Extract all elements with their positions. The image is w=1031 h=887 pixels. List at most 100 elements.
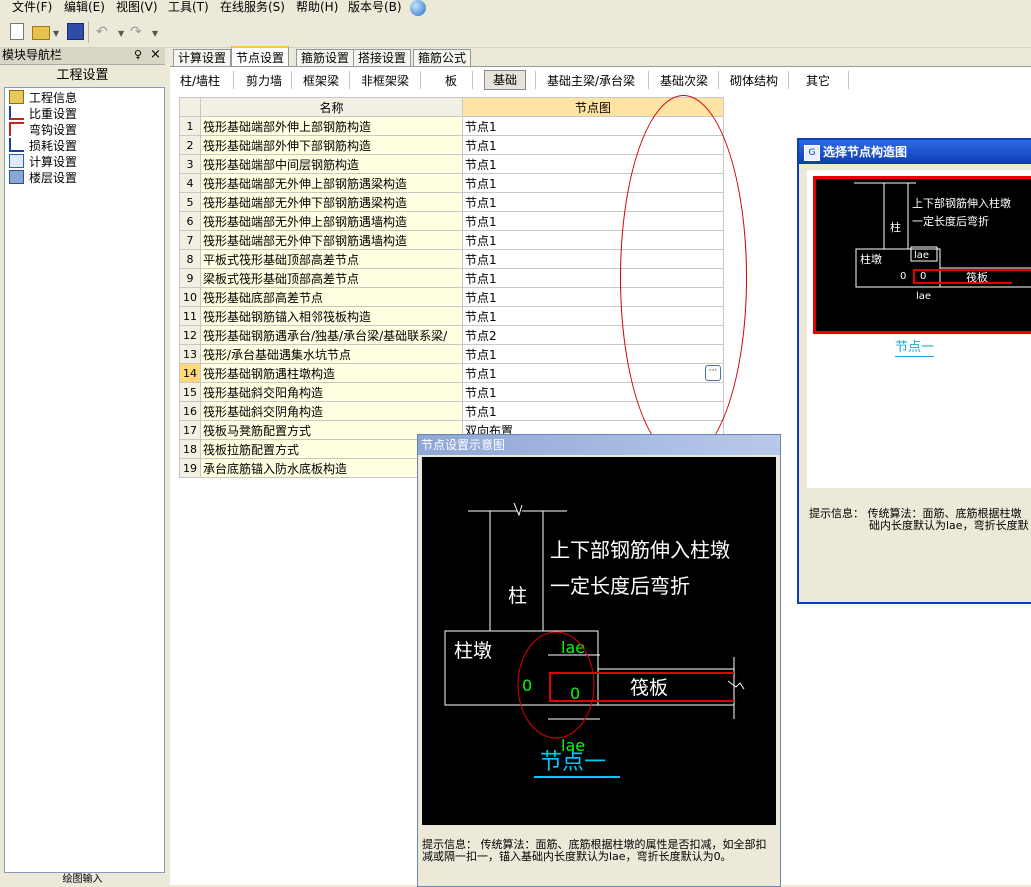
tab-column[interactable]: 柱/墙柱 — [180, 72, 220, 90]
row-name[interactable]: 筏形基础钢筋遇承台/独基/承台梁/基础联系梁/ — [200, 325, 463, 345]
pin-icon[interactable]: ♀ — [134, 48, 142, 61]
nav-item-calc[interactable]: 计算设置 — [9, 154, 77, 170]
lae-label-top: lae — [914, 250, 929, 261]
undo-icon[interactable]: ↶ — [96, 23, 112, 41]
nav-item-weight[interactable]: 比重设置 — [9, 106, 77, 122]
menu-tools[interactable]: 工具(T) — [168, 0, 209, 16]
nav-item-project-info[interactable]: 工程信息 — [9, 90, 77, 106]
menu-edit[interactable]: 编辑(E) — [64, 0, 105, 16]
nav-title: 模块导航栏 — [2, 48, 63, 62]
row-number: 8 — [179, 249, 201, 269]
menu-view[interactable]: 视图(V) — [116, 0, 158, 16]
nav-item-label: 弯钩设置 — [29, 123, 78, 137]
menu-help[interactable]: 帮助(H) — [296, 0, 338, 16]
row-node-value-text: 节点1 — [465, 119, 497, 134]
nav-item-loss[interactable]: 损耗设置 — [9, 138, 77, 154]
row-number: 7 — [179, 230, 201, 250]
pier-label: 柱墩 — [860, 252, 882, 266]
menu-version[interactable]: 版本号(B) — [348, 0, 402, 16]
undo-dropdown-icon[interactable]: ▼ — [118, 29, 124, 38]
thumb-text-line2: 一定长度后弯折 — [912, 214, 989, 228]
menu-file[interactable]: 文件(F) — [12, 0, 52, 16]
new-file-icon[interactable] — [10, 23, 24, 40]
row-name[interactable]: 筏形基础斜交阴角构造 — [200, 401, 463, 421]
redo-icon[interactable]: ↷ — [130, 23, 146, 41]
row-name[interactable]: 筏形基础端部外伸下部钢筋构造 — [200, 135, 463, 155]
table-row[interactable]: 1 筏形基础端部外伸上部钢筋构造 节点1 — [179, 116, 724, 136]
row-name[interactable]: 筏形基础端部外伸上部钢筋构造 — [200, 116, 463, 136]
row-node-value-text: 节点1 — [465, 176, 497, 191]
save-icon[interactable] — [67, 23, 84, 40]
row-node-value-text: 节点1 — [465, 404, 497, 419]
row-name[interactable]: 筏形/承台基础遇集水坑节点 — [200, 344, 463, 364]
tab-foundation[interactable]: 基础 — [484, 70, 527, 90]
row-name[interactable]: 筏形基础端部无外伸下部钢筋遇梁构造 — [200, 192, 463, 212]
row-name[interactable]: 筏形基础钢筋遇柱墩构造 — [200, 363, 463, 383]
nav-item-hook[interactable]: 弯钩设置 — [9, 122, 77, 138]
row-number: 11 — [179, 306, 201, 326]
bend-zero-label: 0 — [570, 684, 580, 703]
open-dropdown-icon[interactable]: ▼ — [53, 29, 59, 38]
tab-separator — [718, 71, 719, 89]
tab-slab[interactable]: 板 — [445, 72, 457, 90]
row-name[interactable]: 筏形基础端部中间层钢筋构造 — [200, 154, 463, 174]
row-number: 13 — [179, 344, 201, 364]
tab-stirrup-formula[interactable]: 箍筋公式 — [413, 49, 472, 67]
menu-bar: 文件(F) 编辑(E) 视图(V) 工具(T) 在线服务(S) 帮助(H) 版本… — [0, 0, 1031, 16]
tab-lap-settings[interactable]: 搭接设置 — [353, 49, 412, 67]
hook-settings-icon — [9, 122, 24, 136]
node-option-caption[interactable]: 节点一 — [895, 340, 935, 357]
row-name[interactable]: 梁板式筏形基础顶部高差节点 — [200, 268, 463, 288]
tab-other[interactable]: 其它 — [806, 72, 830, 90]
row-node-value-text: 节点1 — [465, 157, 497, 172]
tab-separator — [420, 71, 421, 89]
tab-non-frame-beam[interactable]: 非框架梁 — [361, 72, 409, 90]
dialog-title[interactable]: 选择节点构造图 — [799, 140, 1031, 164]
row-number: 17 — [179, 420, 201, 440]
lae-label-bottom: lae — [916, 291, 931, 302]
row-name[interactable]: 筏形基础端部无外伸下部钢筋遇墙构造 — [200, 230, 463, 250]
loss-settings-icon — [9, 138, 24, 152]
node-thumb-svg: 柱 上下部钢筋伸入柱墩 一定长度后弯折 柱墩 筏板 lae lae 0 0 — [854, 182, 1031, 302]
redo-dropdown-icon[interactable]: ▼ — [152, 29, 158, 38]
tab-foundation-main-beam[interactable]: 基础主梁/承台梁 — [547, 72, 635, 90]
tab-separator — [788, 71, 789, 89]
raft-label: 筏板 — [630, 677, 668, 699]
tab-masonry[interactable]: 砌体结构 — [730, 72, 778, 90]
row-number: 14 — [179, 363, 201, 383]
row-name[interactable]: 筏形基础斜交阳角构造 — [200, 382, 463, 402]
tab-shear-wall[interactable]: 剪力墙 — [246, 72, 282, 90]
tab-calc-settings[interactable]: 计算设置 — [173, 49, 232, 67]
node-option-1[interactable]: 柱 上下部钢筋伸入柱墩 一定长度后弯折 柱墩 筏板 lae lae 0 0 — [813, 176, 1031, 334]
nav-group-title[interactable]: 工程设置 — [0, 66, 165, 86]
row-node-value-text: 节点1 — [465, 309, 497, 324]
tab-separator — [472, 71, 473, 89]
app-icon: G — [804, 145, 820, 161]
close-icon[interactable]: × — [150, 47, 161, 62]
component-tab-row: 柱/墙柱 剪力墙 框架梁 非框架梁 板 基础 基础主梁/承台梁 基础次梁 砌体结… — [170, 67, 1031, 93]
tab-stirrup-settings[interactable]: 箍筋设置 — [296, 49, 355, 67]
nav-item-label: 工程信息 — [29, 91, 78, 105]
row-name[interactable]: 平板式筏形基础顶部高差节点 — [200, 249, 463, 269]
row-name[interactable]: 筏形基础底部高差节点 — [200, 287, 463, 307]
sketch-text-line2: 一定长度后弯折 — [550, 574, 690, 598]
row-node-value-text: 节点1 — [465, 271, 497, 286]
dialog-title[interactable]: 节点设置示意图 — [418, 435, 780, 455]
menu-online-service[interactable]: 在线服务(S) — [220, 0, 285, 16]
sketch-text-line1: 上下部钢筋伸入柱墩 — [550, 538, 730, 562]
nav-item-floor[interactable]: 楼层设置 — [9, 170, 77, 186]
open-folder-icon[interactable] — [32, 26, 50, 40]
choose-node-dialog: 选择节点构造图 G 柱 上下部钢筋伸入柱墩 一定长度后弯折 柱墩 筏板 lae … — [797, 138, 1031, 604]
thumb-text-line1: 上下部钢筋伸入柱墩 — [912, 196, 1011, 210]
row-name[interactable]: 筏形基础端部无外伸上部钢筋遇墙构造 — [200, 211, 463, 231]
node-caption: 节点一 — [540, 750, 606, 775]
column-label: 柱 — [508, 585, 527, 607]
globe-help-icon[interactable] — [410, 0, 426, 16]
tab-foundation-secondary-beam[interactable]: 基础次梁 — [660, 72, 708, 90]
row-name[interactable]: 筏形基础钢筋锚入相邻筏板构造 — [200, 306, 463, 326]
nav-bottom-group[interactable]: 绘图输入 — [0, 873, 165, 885]
column-label: 柱 — [890, 220, 901, 234]
row-name[interactable]: 筏形基础端部无外伸上部钢筋遇梁构造 — [200, 173, 463, 193]
tab-frame-beam[interactable]: 框架梁 — [303, 72, 339, 90]
lae-label-top: lae — [561, 638, 585, 657]
